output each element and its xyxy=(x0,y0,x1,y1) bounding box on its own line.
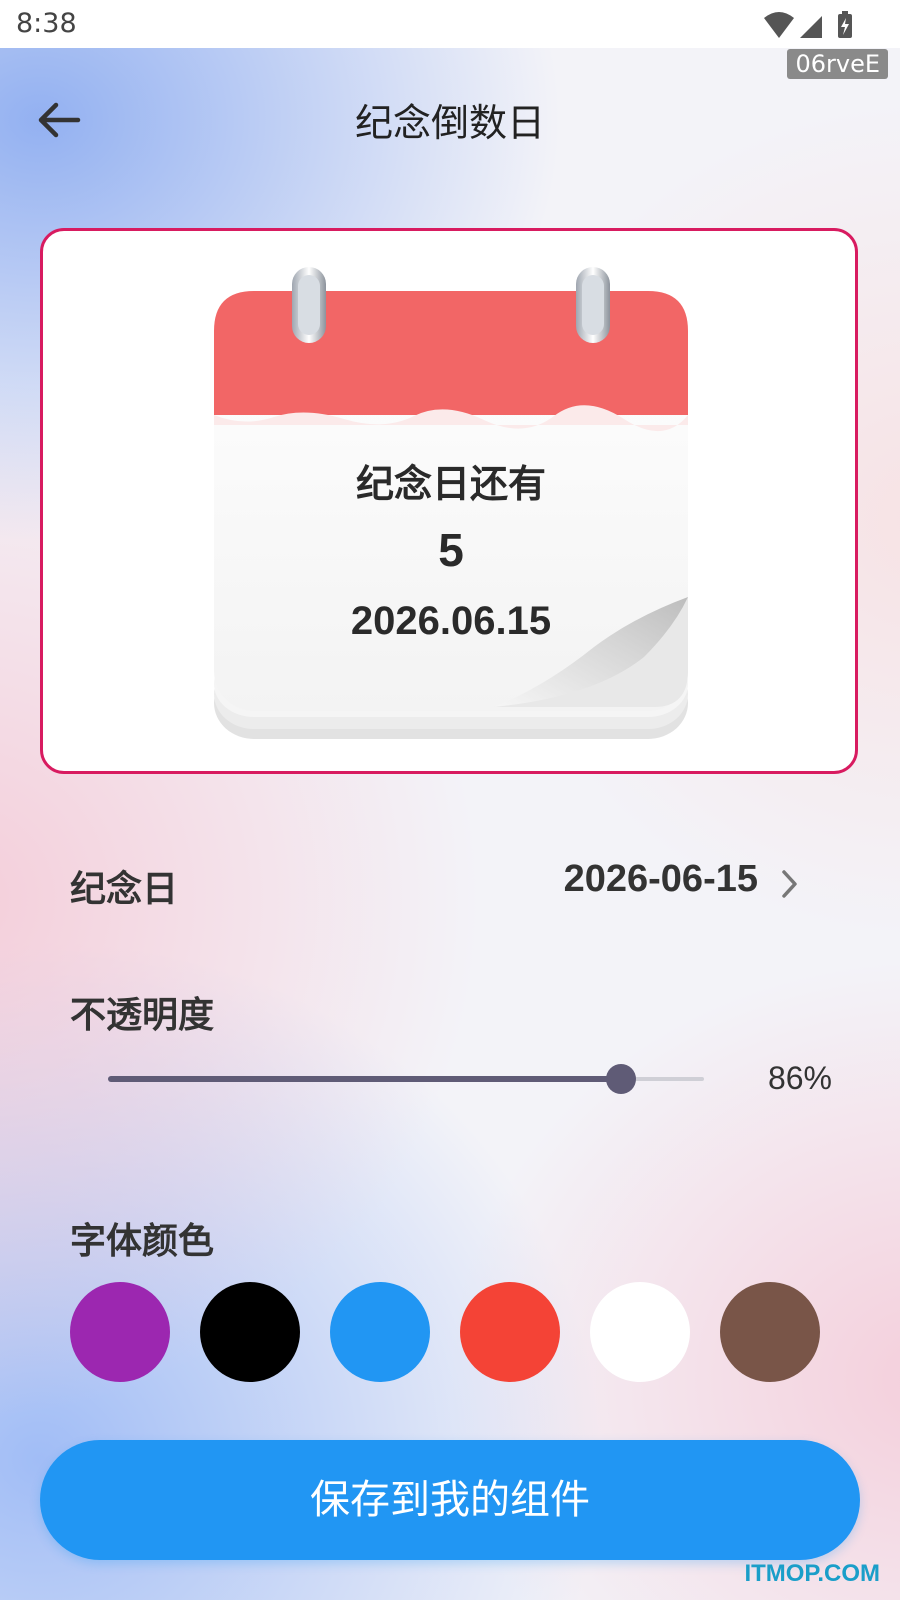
status-bar: 8:38 xyxy=(0,0,900,48)
anniversary-date-value: 2026-06-15 xyxy=(563,858,758,900)
countdown-label: 纪念日还有 xyxy=(355,462,546,506)
anniversary-label: 纪念日 xyxy=(70,869,179,910)
opacity-value: 86% xyxy=(767,1060,832,1096)
save-to-widgets-button[interactable]: 保存到我的组件 xyxy=(40,1440,860,1560)
cell-signal-icon xyxy=(800,16,822,38)
battery-charging-icon xyxy=(838,11,852,38)
color-swatch-black[interactable] xyxy=(200,1282,300,1382)
wifi-icon xyxy=(764,12,794,38)
page-title: 纪念倒数日 xyxy=(354,101,545,145)
countdown-days: 5 xyxy=(438,524,464,576)
widget-preview-card: 纪念日还有 5 2026.06.15 xyxy=(40,228,858,774)
color-swatch-blue[interactable] xyxy=(330,1282,430,1382)
opacity-slider[interactable] xyxy=(108,1064,704,1094)
countdown-date: 2026.06.15 xyxy=(350,599,552,643)
color-swatch-purple[interactable] xyxy=(70,1282,170,1382)
color-swatch-red[interactable] xyxy=(460,1282,560,1382)
color-swatch-white[interactable] xyxy=(590,1282,690,1382)
chevron-right-icon xyxy=(782,870,797,898)
opacity-label: 不透明度 xyxy=(70,995,215,1036)
font-color-label: 字体颜色 xyxy=(70,1221,215,1262)
status-time: 8:38 xyxy=(16,8,77,39)
build-tag: 06rveE xyxy=(787,49,888,79)
slider-fill xyxy=(108,1076,621,1082)
slider-thumb[interactable] xyxy=(605,1064,636,1094)
status-icons xyxy=(762,10,862,44)
calendar-illustration: 纪念日还有 5 2026.06.15 xyxy=(214,267,688,743)
watermark: ITMOP.COM xyxy=(744,1560,880,1587)
anniversary-date-row[interactable]: 纪念日 2026-06-15 xyxy=(40,848,858,928)
font-color-swatches xyxy=(70,1282,830,1382)
color-swatch-brown[interactable] xyxy=(720,1282,820,1382)
